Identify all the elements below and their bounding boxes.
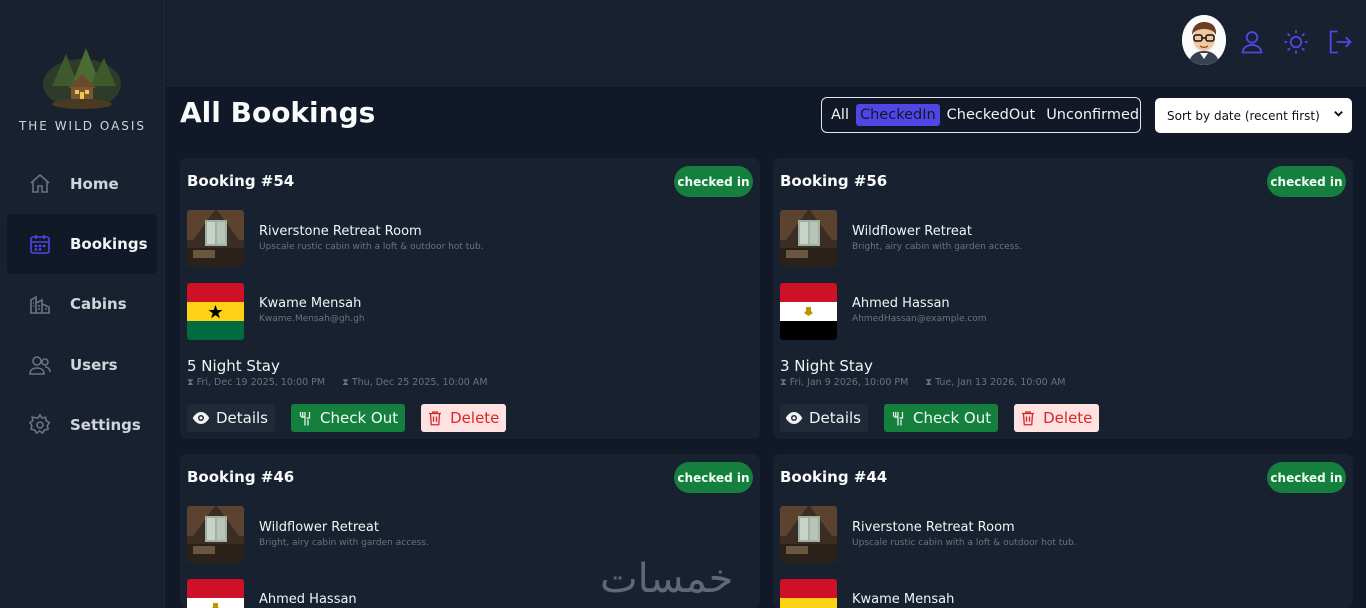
logout-icon[interactable] [1326,28,1354,56]
filter-checkedin[interactable]: CheckedIn [855,104,940,126]
filter-checkedout[interactable]: CheckedOut [943,104,1040,126]
cabin-image [187,210,244,267]
users-icon [29,356,51,375]
trash-icon [1022,411,1035,426]
delete-label: Delete [1043,409,1093,427]
sort-selected-value: Sort by date (recent first) [1167,108,1320,123]
nav-label-settings: Settings [70,416,141,434]
cabins-icon [30,295,50,314]
cabin-image [780,210,837,267]
stay-length: 3 Night Stay [780,357,873,375]
status-badge: checked in [1267,462,1346,493]
trash-icon [429,411,442,426]
stay-length: 5 Night Stay [187,357,280,375]
delete-label: Delete [450,409,500,427]
details-button[interactable]: Details [780,404,869,432]
eye-icon [785,412,803,424]
cabin-name: Riverstone Retreat Room [852,520,1015,535]
booking-card: Booking #56 checked in Wildflower Retrea… [773,158,1353,439]
ghana-flag-icon [187,283,244,340]
avatar[interactable] [1182,15,1226,65]
page-title: All Bookings [180,96,376,129]
booking-title: Booking #46 [187,468,295,486]
hourglass-icon: ⧗ [780,377,790,388]
guest-name: Ahmed Hassan [852,296,950,311]
nav-item-users[interactable]: Users [7,335,157,395]
calendar-icon [30,235,50,254]
checkout-label: Check Out [913,409,992,427]
check-out-button[interactable]: Check Out [291,404,406,432]
filter-all[interactable]: All [827,104,853,126]
logo-image [43,48,121,109]
status-badge: checked in [674,462,753,493]
cabin-image [187,506,244,563]
delete-button[interactable]: Delete [421,404,507,432]
gear-icon [28,413,51,435]
booking-title: Booking #56 [780,172,888,190]
stay-dates: ⧗ Fri, Dec 19 2025, 10:00 PM ⧗ Thu, Dec … [187,377,488,388]
booking-title: Booking #44 [780,468,888,486]
eye-icon [192,412,210,424]
cabin-description: Bright, airy cabin with garden access. [259,538,429,548]
egypt-flag-icon [187,579,244,608]
guest-name: Kwame Mensah [852,592,955,607]
status-badge: checked in [1267,166,1346,197]
booking-title: Booking #54 [187,172,295,190]
sidebar: THE WILD OASIS Home Bookings Cabins User… [0,0,165,608]
nav-item-settings[interactable]: Settings [7,395,157,455]
guest-email: AhmedHassan@example.com [852,314,987,324]
chevron-down-icon [1334,111,1343,117]
booking-actions: Details Check Out Delete [780,404,1100,432]
booking-card: Booking #54 checked in Riverstone Retrea… [180,158,760,439]
cabin-image [780,506,837,563]
sun-icon[interactable] [1282,28,1310,56]
nav-label-cabins: Cabins [70,295,127,313]
egypt-flag-icon [780,283,837,340]
avatar-image [1182,15,1226,65]
cabin-description: Upscale rustic cabin with a loft & outdo… [259,242,484,252]
details-label: Details [216,409,269,427]
nav-label-home: Home [70,175,119,193]
nav-item-bookings[interactable]: Bookings [7,214,157,274]
nav-label-users: Users [70,356,118,374]
status-badge: checked in [674,166,753,197]
hourglass-icon: ⧗ [187,377,197,388]
booking-actions: Details Check Out Delete [187,404,507,432]
filter-unconfirmed[interactable]: Unconfirmed [1042,104,1143,126]
details-label: Details [809,409,862,427]
details-button[interactable]: Details [187,404,276,432]
checkout-icon [892,412,904,426]
status-filter: All CheckedIn CheckedOut Unconfirmed [821,97,1141,133]
nav-item-home[interactable]: Home [7,154,157,214]
cabin-description: Upscale rustic cabin with a loft & outdo… [852,538,1077,548]
watermark: خمسات [600,556,734,602]
guest-name: Ahmed Hassan [259,592,357,607]
nav-label-bookings: Bookings [70,235,148,253]
cabin-name: Wildflower Retreat [259,520,379,535]
booking-card: Booking #44 checked in Riverstone Retrea… [773,454,1353,608]
user-icon[interactable] [1238,28,1266,56]
checkout-icon [299,412,311,426]
guest-name: Kwame Mensah [259,296,362,311]
end-date: Thu, Dec 25 2025, 10:00 AM [351,377,488,388]
stay-dates: ⧗ Fri, Jan 9 2026, 10:00 PM ⧗ Tue, Jan 1… [780,377,1065,388]
guest-email: Kwame.Mensah@gh.gh [259,314,365,324]
nav-item-cabins[interactable]: Cabins [7,274,157,334]
cabin-name: Riverstone Retreat Room [259,224,422,239]
delete-button[interactable]: Delete [1014,404,1100,432]
end-date: Tue, Jan 13 2026, 10:00 AM [935,377,1066,388]
home-icon [30,173,50,193]
sort-select[interactable]: Sort by date (recent first) [1155,98,1352,133]
hourglass-icon: ⧗ [925,377,936,388]
brand-name: THE WILD OASIS [18,119,147,133]
hourglass-icon: ⧗ [342,377,352,388]
cabin-description: Bright, airy cabin with garden access. [852,242,1022,252]
checkout-label: Check Out [320,409,399,427]
cabin-name: Wildflower Retreat [852,224,972,239]
check-out-button[interactable]: Check Out [884,404,999,432]
start-date: Fri, Jan 9 2026, 10:00 PM [789,377,909,388]
ghana-flag-icon [780,579,837,608]
start-date: Fri, Dec 19 2025, 10:00 PM [196,377,326,388]
